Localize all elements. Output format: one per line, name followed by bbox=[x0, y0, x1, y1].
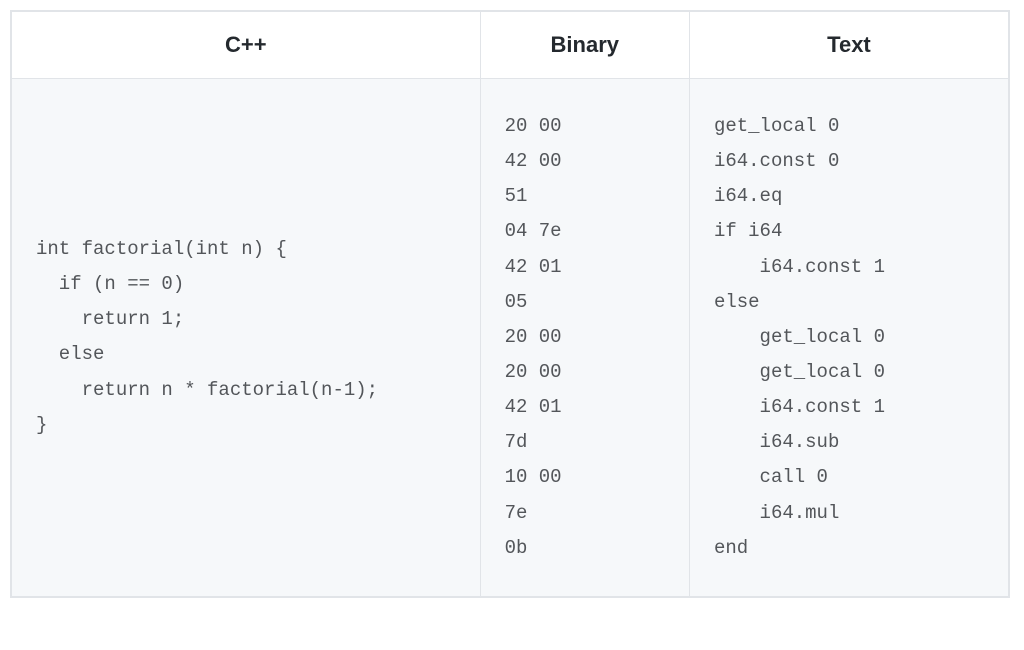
code-comparison-table: C++ Binary Text int factorial(int n) { i… bbox=[10, 10, 1010, 598]
header-text: Text bbox=[689, 12, 1008, 79]
comparison-table: C++ Binary Text int factorial(int n) { i… bbox=[11, 11, 1009, 597]
header-cpp: C++ bbox=[12, 12, 481, 79]
table-header-row: C++ Binary Text bbox=[12, 12, 1009, 79]
header-binary: Binary bbox=[480, 12, 689, 79]
cpp-code: int factorial(int n) { if (n == 0) retur… bbox=[36, 232, 456, 443]
table-row: int factorial(int n) { if (n == 0) retur… bbox=[12, 79, 1009, 597]
text-code: get_local 0 i64.const 0 i64.eq if i64 i6… bbox=[714, 109, 984, 566]
cell-cpp: int factorial(int n) { if (n == 0) retur… bbox=[12, 79, 481, 597]
cell-binary: 20 00 42 00 51 04 7e 42 01 05 20 00 20 0… bbox=[480, 79, 689, 597]
cell-text: get_local 0 i64.const 0 i64.eq if i64 i6… bbox=[689, 79, 1008, 597]
binary-code: 20 00 42 00 51 04 7e 42 01 05 20 00 20 0… bbox=[505, 109, 665, 566]
